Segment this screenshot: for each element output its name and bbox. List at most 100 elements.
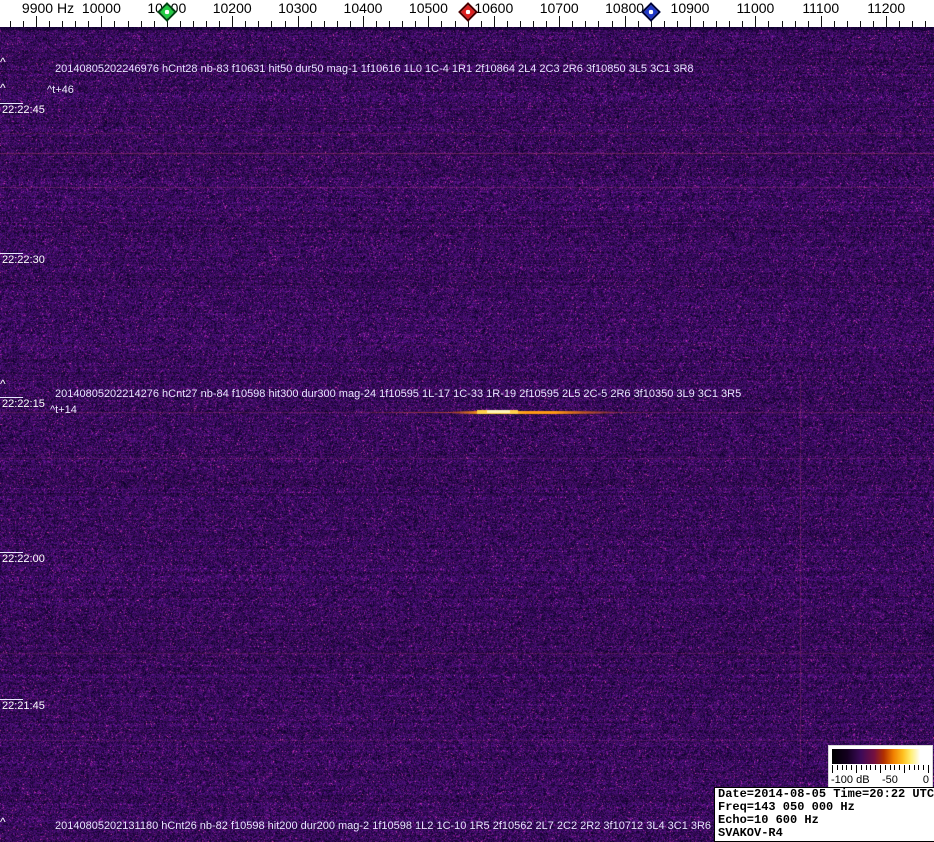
info-station: SVAKOV-R4 — [718, 826, 783, 840]
ruler-tick — [873, 21, 875, 27]
legend-tick — [856, 765, 857, 773]
ruler-tick — [441, 21, 443, 27]
time-label: 22:22:45 — [2, 104, 45, 116]
ruler-frequency-label: 10700 — [539, 0, 579, 16]
ruler-tick — [232, 16, 234, 27]
ruler-tick — [363, 16, 364, 27]
ruler-tick — [271, 21, 273, 27]
event-time-offset: ^t+46 — [47, 84, 74, 96]
ruler-tick — [493, 16, 495, 27]
ruler-tick — [127, 21, 129, 27]
ruler-tick — [833, 21, 835, 27]
legend-tick — [908, 765, 910, 770]
ruler-tick — [284, 21, 286, 27]
legend-tick — [836, 765, 838, 770]
legend-tick — [904, 765, 905, 773]
legend-tick — [846, 765, 848, 770]
ruler-tick — [598, 21, 600, 27]
ruler-tick — [88, 21, 90, 27]
legend-tick — [880, 765, 881, 773]
ruler-tick — [716, 21, 718, 27]
ruler-tick — [925, 21, 927, 27]
ruler-tick — [663, 21, 665, 27]
ruler-tick — [742, 21, 744, 27]
legend-tick — [870, 765, 872, 770]
ruler-frequency-label: 10600 — [474, 0, 514, 16]
ruler-tick — [690, 16, 691, 27]
ruler-tick — [676, 21, 678, 27]
event-detail-line: 20140805202214276 hCnt27 nb-84 f10598 hi… — [55, 388, 742, 400]
legend-tick — [913, 765, 915, 770]
ruler-tick — [886, 16, 888, 27]
ruler-tick — [323, 21, 325, 27]
ruler-tick — [781, 21, 783, 27]
event-caret-icon: ^ — [0, 815, 6, 829]
legend-tick — [841, 765, 843, 770]
ruler-frequency-label: 10900 — [670, 0, 710, 16]
event-detail-line: 20140805202131180 hCnt26 nb-82 f10598 hi… — [55, 820, 712, 832]
ruler-tick — [572, 21, 574, 27]
ruler-tick — [820, 16, 822, 27]
ruler-tick — [153, 21, 155, 27]
station-info-box: Date=2014-08-05 Time=20:22 UTC Freq=143 … — [714, 787, 934, 842]
ruler-tick — [297, 16, 299, 27]
ruler-tick — [546, 21, 548, 27]
ruler-tick — [519, 21, 521, 27]
ruler-tick — [755, 16, 757, 27]
legend-tick — [865, 765, 867, 770]
ruler-tick — [192, 21, 194, 27]
event-time-offset: ^t+14 — [50, 404, 77, 416]
ruler-tick — [807, 21, 809, 27]
ruler-tick — [506, 21, 508, 27]
legend-tick — [832, 765, 833, 773]
legend-tick — [851, 765, 853, 770]
event-caret-icon: ^ — [0, 55, 6, 69]
db-label-min: -100 dB — [831, 774, 870, 786]
ruler-tick — [75, 21, 77, 27]
spectrogram-display[interactable] — [0, 27, 934, 842]
ruler-tick — [389, 21, 391, 27]
ruler-tick — [559, 16, 561, 27]
ruler-tick — [454, 21, 456, 27]
db-scale-legend: -100 dB -50 0 — [828, 745, 933, 788]
ruler-tick — [703, 21, 705, 27]
db-label-mid: -50 — [882, 774, 898, 786]
ruler-frequency-label: 10000 — [81, 0, 121, 16]
ruler-tick — [846, 21, 848, 27]
legend-tick — [899, 765, 901, 770]
ruler-tick — [36, 16, 37, 27]
db-gradient-bar — [832, 749, 928, 764]
ruler-tick — [179, 21, 181, 27]
ruler-tick — [624, 16, 626, 27]
ruler-tick — [912, 21, 914, 27]
ruler-tick — [22, 21, 24, 27]
legend-tick — [889, 765, 891, 770]
ruler-frequency-label: 10500 — [408, 0, 448, 16]
ruler-tick — [140, 21, 142, 27]
ruler-tick — [206, 21, 208, 27]
ruler-tick — [376, 21, 378, 27]
legend-tick — [928, 765, 929, 773]
event-detail-line: 20140805202246976 hCnt28 nb-83 f10631 hi… — [55, 63, 694, 75]
ruler-tick — [9, 21, 11, 27]
ruler-tick — [860, 21, 862, 27]
db-scale-ticks — [832, 765, 929, 774]
legend-tick — [860, 765, 862, 770]
ruler-tick — [310, 21, 312, 27]
ruler-tick — [101, 16, 103, 27]
legend-tick — [884, 765, 886, 770]
time-label: 22:21:45 — [2, 700, 45, 712]
ruler-tick — [794, 21, 796, 27]
time-label: 22:22:15 — [2, 398, 45, 410]
ruler-tick — [428, 16, 430, 27]
ruler-frequency-label: 10400 — [343, 0, 383, 16]
legend-tick — [918, 765, 920, 770]
ruler-tick — [899, 21, 901, 27]
event-caret-icon: ^ — [0, 377, 6, 391]
time-label: 22:22:30 — [2, 254, 45, 266]
ruler-frequency-label: 11000 — [736, 0, 775, 16]
ruler-tick — [349, 21, 351, 27]
meteor-spectrogram-window: 9900 Hz100001010010200103001040010500106… — [0, 0, 934, 842]
ruler-tick — [611, 21, 613, 27]
legend-tick — [894, 765, 896, 770]
